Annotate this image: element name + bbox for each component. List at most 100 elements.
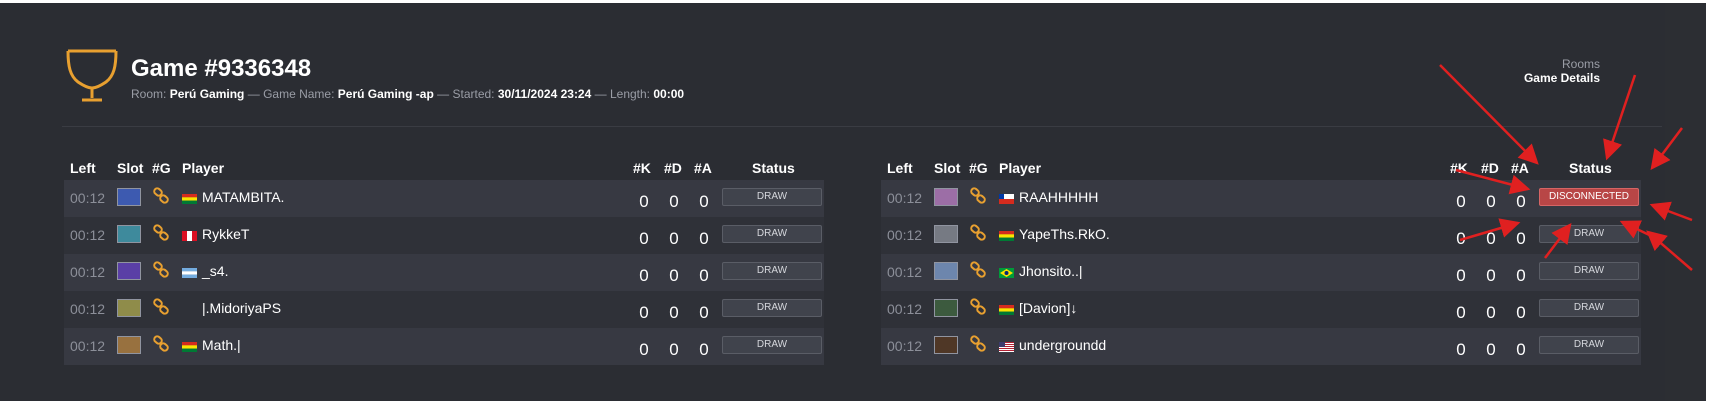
player-name[interactable]: Math.| (202, 337, 241, 353)
link-icon[interactable] (969, 298, 987, 316)
player-name[interactable]: [Davion]↓ (1019, 300, 1077, 316)
d-count: 0 (1486, 229, 1496, 248)
col-k: #K (1450, 160, 1468, 176)
k-count: 0 (639, 229, 649, 248)
bolivia-flag-icon (182, 342, 197, 352)
breadcrumb-rooms-link[interactable]: Rooms (1524, 57, 1600, 71)
length-label: Length: (609, 87, 651, 101)
status-badge: DISCONNECTED (1539, 188, 1639, 206)
slot-color-swatch (934, 336, 958, 354)
d-count: 0 (669, 303, 679, 322)
a-count: 0 (1516, 266, 1526, 285)
player-row: 00:12 [Davion]↓ 0 0 0 DRAW (881, 291, 1641, 328)
started-value: 30/11/2024 23:24 (497, 87, 592, 101)
team-table-left: Left Slot #G Player #K #D #A Status 00:1… (64, 158, 824, 365)
meta-separator: — (247, 87, 260, 101)
meta-separator: — (437, 87, 450, 101)
team-table-right: Left Slot #G Player #K #D #A Status 00:1… (881, 158, 1641, 365)
status-badge: DRAW (722, 299, 822, 317)
col-player: Player (182, 160, 225, 176)
divider (62, 126, 1662, 127)
link-icon[interactable] (969, 261, 987, 279)
col-slot: Slot (934, 160, 961, 176)
left-time: 00:12 (887, 264, 923, 280)
status-badge: DRAW (1539, 262, 1639, 280)
brazil-flag-icon (999, 268, 1014, 278)
started-label: Started: (452, 87, 495, 101)
d-count: 0 (1486, 192, 1496, 211)
breadcrumb: Rooms Game Details (1524, 57, 1600, 85)
player-row: 00:12 YapeThs.RkO. 0 0 0 DRAW (881, 217, 1641, 254)
status-badge: DRAW (1539, 336, 1639, 354)
col-status: Status (752, 160, 795, 176)
left-time: 00:12 (70, 264, 106, 280)
status-badge: DRAW (1539, 225, 1639, 243)
slot-color-swatch (934, 225, 958, 243)
player-name[interactable]: |.MidoriyaPS (202, 300, 281, 316)
k-count: 0 (1456, 192, 1466, 211)
usa-flag-icon (999, 342, 1014, 352)
link-icon[interactable] (969, 224, 987, 242)
slot-color-swatch (934, 262, 958, 280)
slot-color-swatch (117, 336, 141, 354)
slot-color-swatch (934, 299, 958, 317)
player-name[interactable]: RykkeT (202, 226, 249, 242)
status-badge: DRAW (722, 188, 822, 206)
room-label: Room: (131, 87, 167, 101)
table-header: Left Slot #G Player #K #D #A Status (881, 158, 1641, 180)
left-time: 00:12 (887, 301, 923, 317)
left-time: 00:12 (70, 190, 106, 206)
d-count: 0 (1486, 340, 1496, 359)
link-icon[interactable] (152, 224, 170, 242)
game-meta: Room: Perú Gaming — Game Name: Perú Gami… (131, 87, 684, 101)
length-value: 00:00 (653, 87, 685, 101)
player-name[interactable]: MATAMBITA. (202, 189, 284, 205)
link-icon[interactable] (152, 335, 170, 353)
link-icon[interactable] (152, 187, 170, 205)
slot-color-swatch (117, 262, 141, 280)
left-time: 00:12 (70, 227, 106, 243)
player-row: 00:12 MATAMBITA. 0 0 0 DRAW (64, 180, 824, 217)
player-name[interactable]: YapeThs.RkO. (1019, 226, 1110, 242)
status-badge: DRAW (722, 262, 822, 280)
slot-color-swatch (117, 225, 141, 243)
game-name-value: Perú Gaming -ap (337, 87, 434, 101)
a-count: 0 (1516, 229, 1526, 248)
d-count: 0 (669, 266, 679, 285)
player-row: 00:12 |.MidoriyaPS 0 0 0 DRAW (64, 291, 824, 328)
player-name[interactable]: undergroundd (1019, 337, 1106, 353)
col-a: #A (1511, 160, 1529, 176)
slot-color-swatch (934, 188, 958, 206)
player-row: 00:12 _s4. 0 0 0 DRAW (64, 254, 824, 291)
player-name[interactable]: _s4. (202, 263, 228, 279)
player-name[interactable]: Jhonsito..| (1019, 263, 1083, 279)
player-name[interactable]: RAAHHHHH (1019, 189, 1098, 205)
col-left: Left (70, 160, 96, 176)
col-a: #A (694, 160, 712, 176)
a-count: 0 (699, 303, 709, 322)
link-icon[interactable] (152, 298, 170, 316)
k-count: 0 (639, 340, 649, 359)
k-count: 0 (1456, 266, 1466, 285)
bolivia-flag-icon (182, 194, 197, 204)
peru-flag-icon (182, 231, 197, 241)
slot-color-swatch (117, 299, 141, 317)
left-time: 00:12 (887, 338, 923, 354)
d-count: 0 (669, 192, 679, 211)
link-icon[interactable] (152, 261, 170, 279)
a-count: 0 (699, 229, 709, 248)
link-icon[interactable] (969, 335, 987, 353)
player-row: 00:12 undergroundd 0 0 0 DRAW (881, 328, 1641, 365)
left-time: 00:12 (887, 190, 923, 206)
argentina-flag-icon (182, 268, 197, 278)
k-count: 0 (1456, 229, 1466, 248)
status-badge: DRAW (722, 225, 822, 243)
status-badge: DRAW (1539, 299, 1639, 317)
col-player: Player (999, 160, 1042, 176)
d-count: 0 (669, 229, 679, 248)
col-status: Status (1569, 160, 1612, 176)
a-count: 0 (1516, 303, 1526, 322)
k-count: 0 (1456, 303, 1466, 322)
d-count: 0 (669, 340, 679, 359)
link-icon[interactable] (969, 187, 987, 205)
